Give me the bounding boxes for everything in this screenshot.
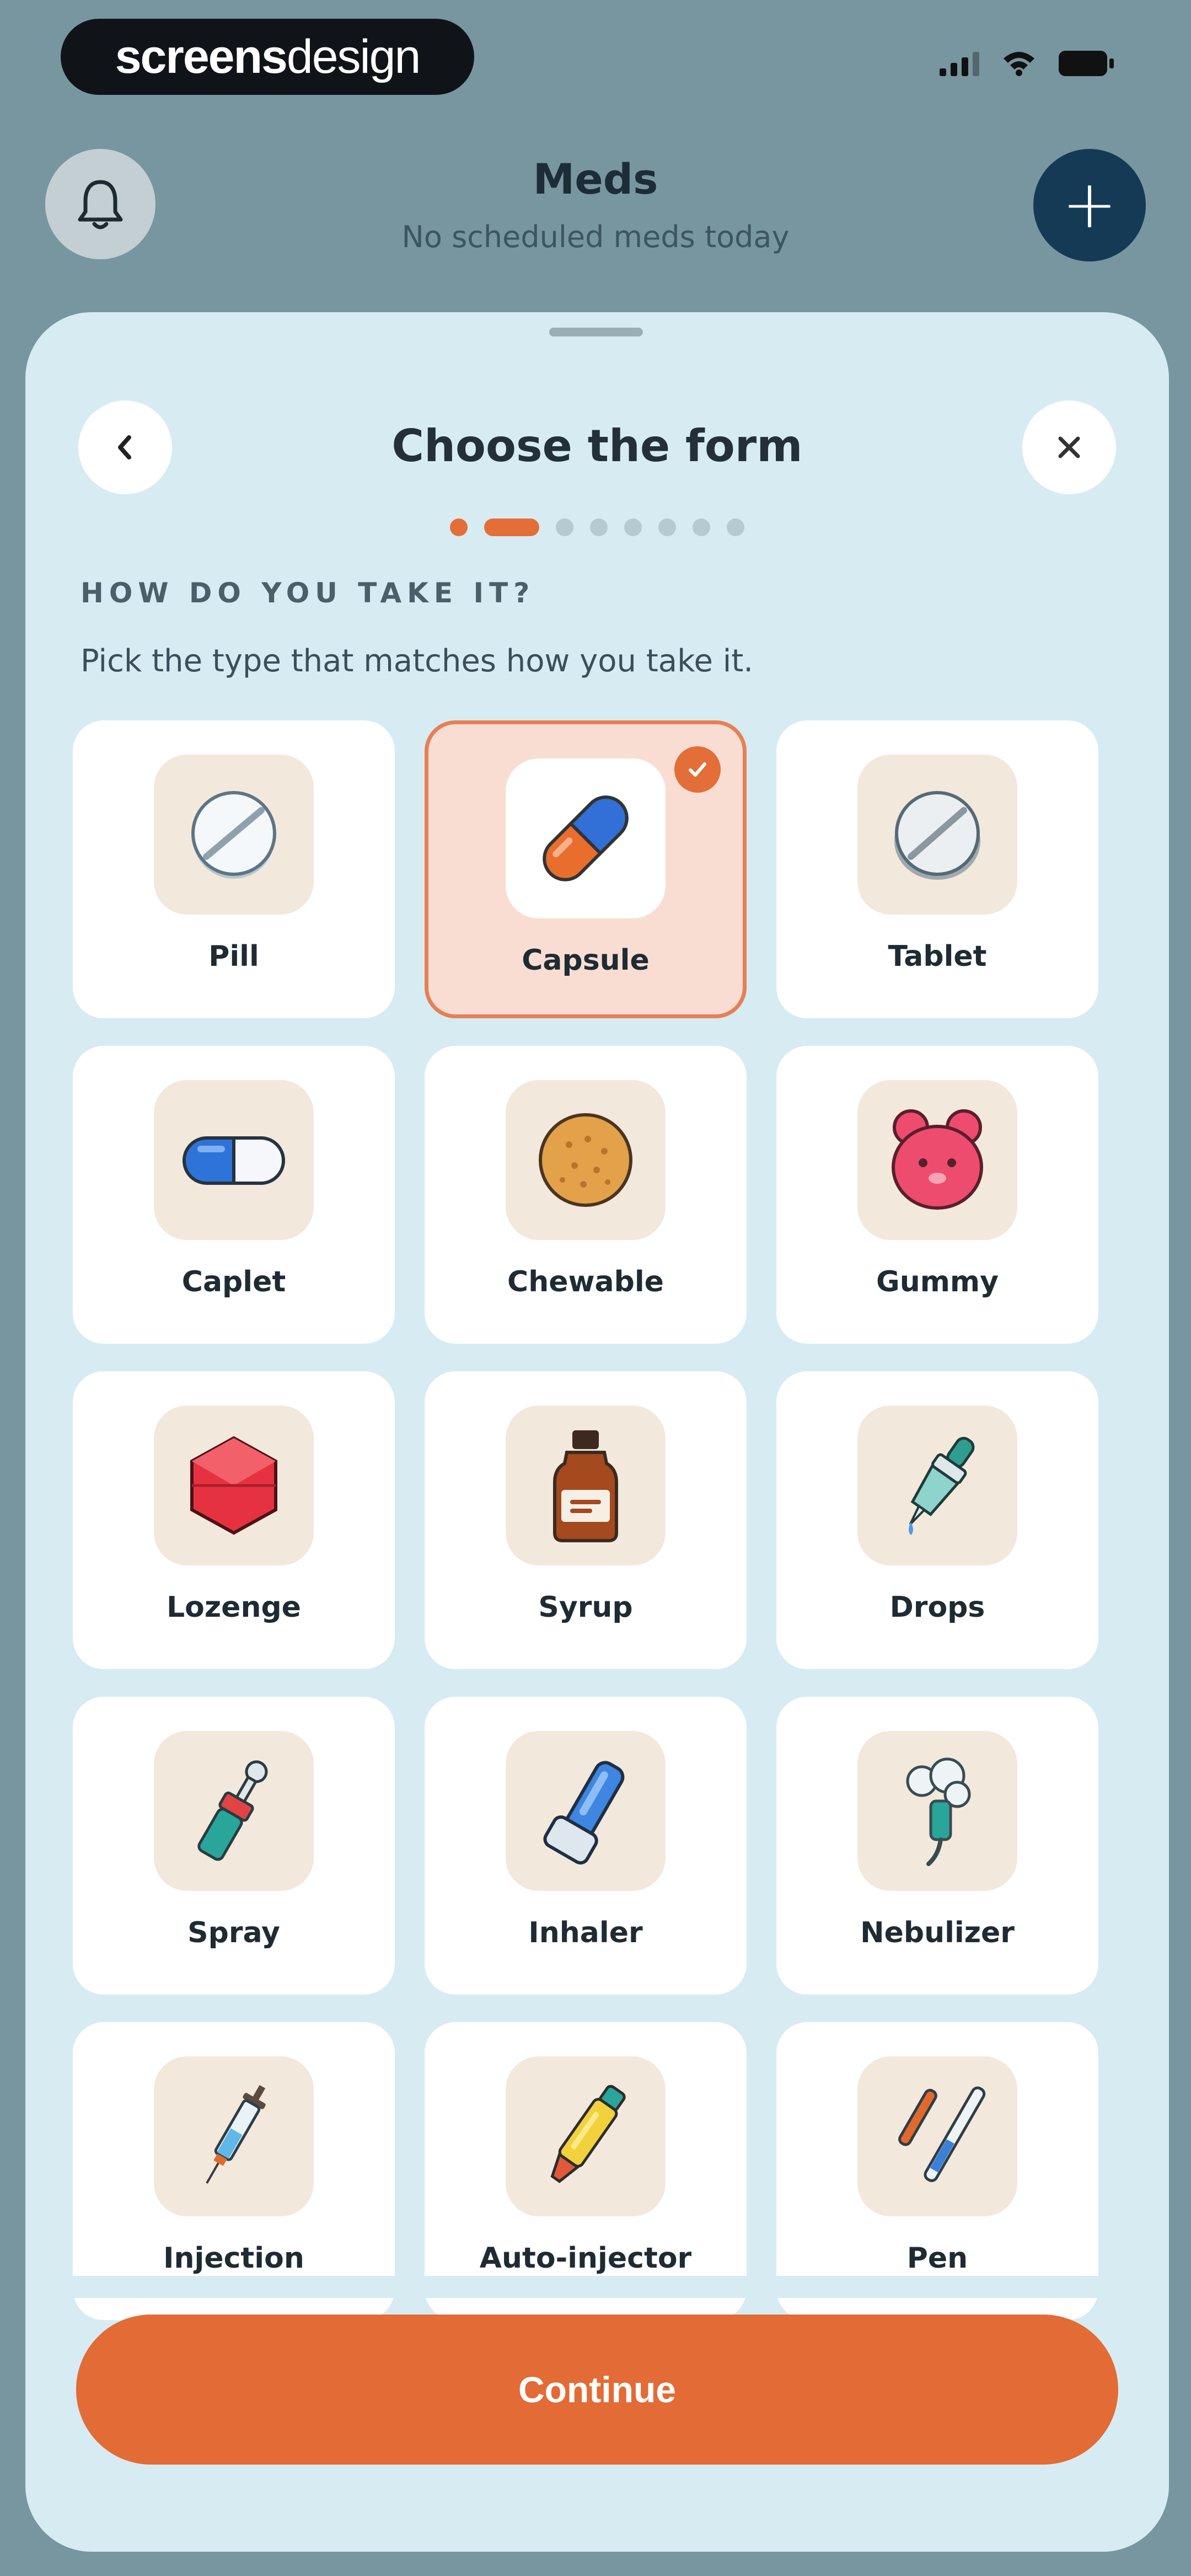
form-option-auto-injector[interactable]: Auto-injector <box>425 2022 747 2320</box>
watermark-light: design <box>286 30 421 83</box>
inhaler-icon <box>506 1731 666 1891</box>
form-option-tablet[interactable]: Tablet <box>776 720 1098 1018</box>
injection-icon <box>154 2056 314 2216</box>
form-option-label: Inhaler <box>528 1916 643 1949</box>
form-option-gummy[interactable]: Gummy <box>776 1046 1098 1344</box>
form-option-inhaler[interactable]: Inhaler <box>425 1697 747 1995</box>
form-option-spray[interactable]: Spray <box>73 1697 395 1995</box>
wifi-icon <box>1004 52 1034 76</box>
form-option-lozenge[interactable]: Lozenge <box>73 1371 395 1669</box>
form-option-label: Syrup <box>538 1591 633 1624</box>
lozenge-icon <box>154 1405 314 1565</box>
signal-icon <box>940 52 979 76</box>
form-option-capsule[interactable]: Capsule <box>425 720 747 1018</box>
form-option-nebulizer[interactable]: Nebulizer <box>776 1697 1098 1995</box>
form-option-caplet[interactable]: Caplet <box>73 1046 395 1344</box>
gummy-icon <box>857 1080 1017 1240</box>
tablet-icon <box>857 755 1017 915</box>
pill-icon <box>154 755 314 915</box>
chewable-icon <box>506 1080 666 1240</box>
step-dot <box>556 519 573 536</box>
close-icon <box>1058 436 1080 458</box>
close-button[interactable] <box>1022 400 1116 494</box>
form-option-injection[interactable]: Injection <box>73 2022 395 2320</box>
form-option-label: Capsule <box>522 944 650 977</box>
page-subtitle: No scheduled meds today <box>401 220 790 254</box>
form-option-label: Caplet <box>181 1265 286 1298</box>
step-dot <box>658 519 676 536</box>
caplet-icon <box>154 1080 314 1240</box>
form-option-label: Pen <box>906 2242 968 2275</box>
form-option-syrup[interactable]: Syrup <box>425 1371 747 1669</box>
step-dot <box>624 519 642 536</box>
pen-icon <box>857 2056 1017 2216</box>
sheet-grabber[interactable] <box>549 328 643 336</box>
syrup-icon <box>506 1405 666 1565</box>
step-dot <box>590 519 608 536</box>
form-option-pill[interactable]: Pill <box>73 720 395 1018</box>
form-option-label: Auto-injector <box>479 2242 692 2275</box>
form-options-grid: Pill Capsule Tablet Caplet Chewable Gummy Loze… <box>73 720 1125 2320</box>
battery-icon <box>1059 51 1114 76</box>
plus-icon: + <box>1061 167 1118 243</box>
checkmark-icon <box>674 746 721 793</box>
add-med-button[interactable]: + <box>1033 149 1146 261</box>
section-label: HOW DO YOU TAKE IT? <box>81 577 535 609</box>
form-option-drops[interactable]: Drops <box>776 1371 1098 1669</box>
watermark-bold: screens <box>115 30 288 83</box>
form-option-chewable[interactable]: Chewable <box>425 1046 747 1344</box>
screensdesign-watermark: screens design <box>61 19 474 95</box>
step-dot <box>484 519 539 536</box>
step-dot <box>450 519 468 536</box>
form-option-label: Nebulizer <box>860 1916 1015 1949</box>
form-option-label: Chewable <box>507 1265 664 1298</box>
status-bar-icons <box>940 50 1114 76</box>
capsule-icon <box>506 758 666 918</box>
step-dot <box>693 519 710 536</box>
spray-icon <box>154 1731 314 1891</box>
step-dot <box>727 519 744 536</box>
auto-injector-icon <box>506 2056 666 2216</box>
form-option-label: Spray <box>187 1916 280 1949</box>
form-option-label: Tablet <box>888 940 987 973</box>
drops-icon <box>857 1405 1017 1565</box>
form-option-pen[interactable]: Pen <box>776 2022 1098 2320</box>
form-option-label: Lozenge <box>167 1591 301 1624</box>
step-indicator <box>25 519 1169 536</box>
page-title: Meds <box>533 154 658 204</box>
form-option-label: Drops <box>889 1591 985 1624</box>
form-option-label: Injection <box>163 2242 304 2275</box>
choose-form-sheet: Choose the form HOW DO YOU TAKE IT? Pick… <box>25 312 1169 2552</box>
form-option-label: Gummy <box>876 1265 999 1298</box>
form-option-label: Pill <box>208 940 259 973</box>
nebulizer-icon <box>857 1731 1017 1891</box>
grid-fade <box>25 2276 1169 2298</box>
section-help-text: Pick the type that matches how you take … <box>81 643 754 679</box>
continue-button[interactable]: Continue <box>76 2315 1118 2465</box>
sheet-title: Choose the form <box>391 420 803 472</box>
